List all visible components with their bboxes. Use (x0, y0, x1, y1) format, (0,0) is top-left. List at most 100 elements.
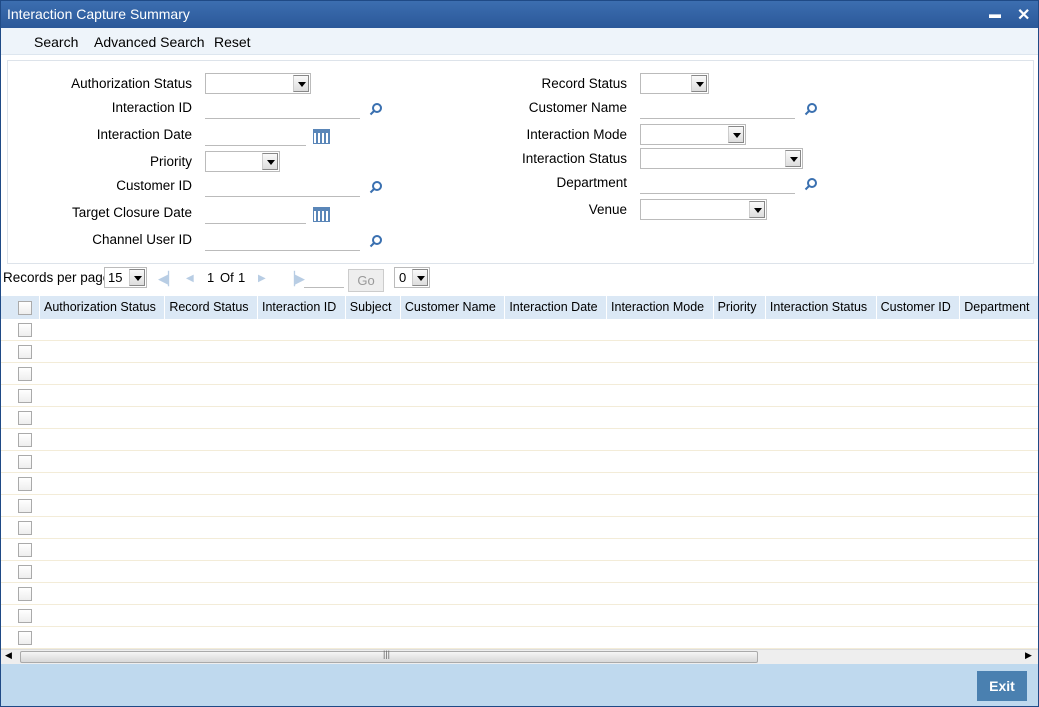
target-closure-date-label: Target Closure Date (71, 205, 192, 220)
row-checkbox[interactable] (18, 565, 32, 579)
table-row[interactable] (1, 451, 1038, 473)
table-row[interactable] (1, 605, 1038, 627)
table-header: Authorization Status Record Status Interac… (1, 296, 1038, 319)
pagination-bar: Records per page 15 ◀▏ ◀ 1 Of 1 ▶ ▕▶ Go … (1, 265, 1038, 293)
table-row[interactable] (1, 473, 1038, 495)
table-row[interactable] (1, 385, 1038, 407)
window-title: Interaction Capture Summary (7, 6, 190, 22)
table-row[interactable] (1, 517, 1038, 539)
of-label: Of (220, 270, 234, 285)
calendar-icon[interactable] (313, 129, 330, 144)
department-input[interactable] (640, 174, 795, 194)
customer-id-input[interactable] (205, 177, 360, 197)
row-checkbox[interactable] (18, 433, 32, 447)
table-row[interactable] (1, 407, 1038, 429)
channel-user-id-label: Channel User ID (92, 232, 192, 247)
interaction-mode-select[interactable] (640, 124, 746, 145)
customer-name-label: Customer Name (528, 100, 627, 115)
reset-button[interactable]: Reset (214, 34, 251, 50)
customer-id-label: Customer ID (116, 178, 192, 193)
interaction-date-input[interactable] (205, 126, 306, 146)
current-page: 1 (207, 270, 215, 285)
department-label: Department (556, 175, 627, 190)
table-row[interactable] (1, 583, 1038, 605)
priority-label: Priority (149, 154, 192, 169)
table-row[interactable] (1, 363, 1038, 385)
column-header[interactable]: Customer Name (399, 296, 504, 319)
page-select[interactable]: 0 (394, 267, 430, 288)
row-checkbox[interactable] (18, 367, 32, 381)
next-page-icon[interactable]: ▶ (258, 273, 266, 284)
target-closure-date-input[interactable] (205, 204, 306, 224)
search-icon[interactable] (804, 177, 818, 191)
previous-page-icon[interactable]: ◀ (186, 273, 194, 284)
search-icon[interactable] (369, 180, 383, 194)
table-row[interactable] (1, 341, 1038, 363)
column-header[interactable]: Record Status (164, 296, 257, 319)
authorization-status-select[interactable] (205, 73, 311, 94)
channel-user-id-input[interactable] (205, 231, 360, 251)
title-bar: Interaction Capture Summary (1, 1, 1038, 28)
record-status-label: Record Status (541, 76, 627, 91)
table-row[interactable] (1, 561, 1038, 583)
scrollbar-thumb[interactable]: ||| (20, 649, 758, 663)
records-per-page-label: Records per page (3, 270, 111, 285)
table-row[interactable] (1, 429, 1038, 451)
row-checkbox[interactable] (18, 323, 32, 337)
search-icon[interactable] (369, 234, 383, 248)
calendar-icon[interactable] (313, 207, 330, 222)
search-icon[interactable] (804, 102, 818, 116)
column-header[interactable]: Authorization Status (39, 296, 164, 319)
column-header[interactable]: Interaction Mode (606, 296, 713, 319)
table-row[interactable] (1, 539, 1038, 561)
row-checkbox[interactable] (18, 411, 32, 425)
go-button[interactable]: Go (348, 269, 384, 292)
row-checkbox[interactable] (18, 543, 32, 557)
column-header[interactable]: Interaction ID (256, 296, 345, 319)
table-row[interactable] (1, 627, 1038, 649)
row-checkbox[interactable] (18, 521, 32, 535)
row-checkbox[interactable] (18, 455, 32, 469)
venue-label: Venue (588, 202, 627, 217)
interaction-id-input[interactable] (205, 99, 360, 119)
interaction-date-label: Interaction Date (96, 127, 192, 142)
column-header[interactable]: Department (959, 296, 1038, 319)
interaction-status-select[interactable] (640, 148, 803, 169)
minimize-button[interactable]: ▬ (989, 7, 1001, 21)
first-page-icon[interactable]: ◀▏ (158, 271, 178, 287)
column-header[interactable]: Interaction Status (764, 296, 876, 319)
customer-name-input[interactable] (640, 99, 795, 119)
horizontal-scrollbar[interactable]: ◀ ||| ▶ (1, 649, 1038, 664)
last-page-icon[interactable]: ▕▶ (285, 271, 305, 287)
authorization-status-label: Authorization Status (71, 76, 192, 91)
scroll-left-icon[interactable]: ◀ (5, 650, 12, 661)
row-checkbox[interactable] (18, 587, 32, 601)
scroll-right-icon[interactable]: ▶ (1025, 650, 1032, 661)
column-header[interactable]: Interaction Date (504, 296, 606, 319)
venue-select[interactable] (640, 199, 767, 220)
footer (1, 664, 1038, 706)
row-checkbox[interactable] (18, 389, 32, 403)
column-header[interactable]: Subject (344, 296, 400, 319)
row-checkbox[interactable] (18, 477, 32, 491)
column-header[interactable]: Priority (712, 296, 765, 319)
record-status-select[interactable] (640, 73, 709, 94)
row-checkbox[interactable] (18, 345, 32, 359)
table-row[interactable] (1, 495, 1038, 517)
priority-select[interactable] (205, 151, 280, 172)
select-all-checkbox[interactable] (18, 301, 32, 315)
table-row[interactable] (1, 319, 1038, 341)
goto-page-input[interactable] (304, 268, 344, 288)
row-checkbox[interactable] (18, 499, 32, 513)
search-button[interactable]: Search (34, 34, 78, 50)
interaction-status-label: Interaction Status (521, 151, 627, 166)
advanced-search-button[interactable]: Advanced Search (94, 34, 205, 50)
row-checkbox[interactable] (18, 609, 32, 623)
row-checkbox[interactable] (18, 631, 32, 645)
total-pages: 1 (238, 270, 246, 285)
records-per-page-select[interactable]: 15 (104, 267, 147, 288)
column-header[interactable]: Customer ID (875, 296, 960, 319)
close-button[interactable]: ✕ (1017, 5, 1030, 25)
exit-button[interactable]: Exit (977, 671, 1027, 701)
search-icon[interactable] (369, 102, 383, 116)
